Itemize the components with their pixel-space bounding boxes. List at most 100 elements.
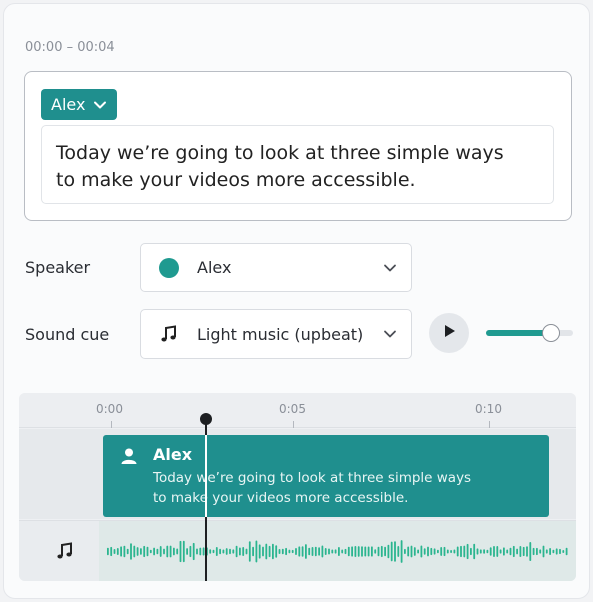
waveform-bar [519, 546, 522, 557]
waveform-bar [338, 547, 340, 556]
waveform-bar [136, 547, 139, 556]
waveform-bar [288, 549, 291, 554]
waveform-bar [248, 541, 251, 562]
waveform-bar [470, 547, 472, 556]
waveform-bar [272, 543, 274, 560]
sound-cue-value: Light music (upbeat) [197, 324, 364, 344]
play-button[interactable] [429, 313, 469, 353]
sound-cue-label: Sound cue [25, 325, 110, 344]
waveform-bar [545, 549, 548, 554]
waveform-bar [506, 549, 509, 554]
waveform-bar [331, 549, 334, 554]
caption-card[interactable]: Alex Today we’re going to look at three … [24, 71, 572, 221]
waveform-bar [305, 544, 307, 559]
user-icon [120, 447, 138, 469]
sound-cue-select[interactable]: Light music (upbeat) [140, 309, 412, 359]
waveform-bar [351, 546, 353, 557]
waveform-bar [182, 540, 185, 563]
waveform-bar [430, 547, 433, 556]
waveform-bar [110, 546, 113, 557]
audio-waveform [107, 540, 568, 563]
tick-label-10: 0:10 [475, 402, 502, 416]
waveform-bar [328, 548, 330, 555]
waveform-bar [371, 546, 373, 557]
chevron-down-icon [369, 263, 411, 273]
waveform-bar [489, 547, 492, 556]
waveform-bar [476, 548, 479, 555]
waveform-bar [275, 545, 278, 558]
waveform-bar [397, 546, 400, 557]
waveform-bar [232, 549, 235, 554]
waveform-bar [113, 549, 116, 554]
waveform-bar [225, 548, 228, 555]
caption-track: Alex Today we’re going to look at three … [19, 429, 576, 519]
waveform-bar [453, 549, 456, 554]
waveform-bar [410, 545, 413, 558]
waveform-bar [291, 549, 294, 554]
waveform-bar [107, 547, 109, 556]
waveform-bar [413, 547, 416, 556]
caption-text-input[interactable]: Today we’re going to look at three simpl… [41, 125, 554, 204]
volume-thumb[interactable] [542, 324, 561, 342]
waveform-bar [493, 546, 495, 557]
waveform-bar [347, 546, 350, 557]
waveform-bar [126, 548, 129, 555]
music-note-icon [141, 324, 197, 344]
waveform-bar [186, 548, 188, 555]
timeline[interactable]: 0:00 0:05 0:10 Alex Today we’re going to… [19, 393, 576, 581]
waveform-bar [466, 543, 469, 560]
waveform-bar [549, 548, 551, 555]
waveform-bar [387, 544, 390, 559]
waveform-bar [473, 543, 476, 560]
waveform-bar [374, 549, 377, 554]
waveform-bar [522, 546, 525, 557]
waveform-bar [222, 549, 225, 554]
waveform-bar [555, 548, 558, 555]
clip-line-1: Today we’re going to look at three simpl… [153, 470, 472, 486]
waveform-bar [446, 549, 449, 554]
waveform-bar [212, 549, 215, 554]
waveform-bar [565, 547, 568, 556]
waveform-bar [215, 546, 218, 557]
waveform-bar [483, 549, 485, 554]
waveform-bar [258, 544, 261, 559]
waveform-bar [166, 545, 169, 558]
audio-clip[interactable] [99, 521, 576, 581]
waveform-bar [130, 543, 132, 560]
waveform-bar [420, 545, 423, 558]
waveform-bar [559, 548, 561, 555]
waveform-bar [209, 549, 212, 554]
waveform-bar [116, 547, 119, 556]
waveform-bar [532, 547, 535, 556]
waveform-bar [295, 548, 297, 555]
speaker-chip[interactable]: Alex [41, 89, 118, 120]
waveform-bar [536, 547, 538, 556]
speaker-select[interactable]: Alex [140, 243, 412, 292]
waveform-bar [149, 549, 152, 554]
waveform-bar [361, 546, 363, 557]
waveform-bar [384, 546, 386, 557]
playhead-handle[interactable] [200, 413, 212, 425]
caption-clip[interactable]: Alex Today we’re going to look at three … [103, 435, 549, 517]
waveform-bar [176, 548, 179, 555]
clip-speaker: Alex [153, 445, 193, 464]
waveform-bar [407, 546, 410, 557]
waveform-bar [400, 540, 403, 563]
waveform-bar [503, 547, 505, 556]
waveform-bar [314, 546, 317, 557]
waveform-bar [456, 546, 459, 557]
timeline-ruler[interactable]: 0:00 0:05 0:10 [19, 393, 576, 428]
waveform-bar [196, 548, 198, 555]
waveform-bar [219, 548, 221, 555]
waveform-bar [377, 546, 380, 557]
waveform-bar [229, 548, 231, 555]
waveform-bar [443, 546, 446, 557]
time-range: 00:00 – 00:04 [25, 40, 115, 55]
play-icon [441, 323, 457, 343]
volume-slider[interactable] [486, 324, 573, 342]
waveform-bar [173, 547, 175, 556]
waveform-bar [239, 547, 241, 556]
speaker-chip-label: Alex [51, 95, 86, 114]
waveform-bar [450, 550, 452, 553]
waveform-bar [404, 548, 406, 555]
